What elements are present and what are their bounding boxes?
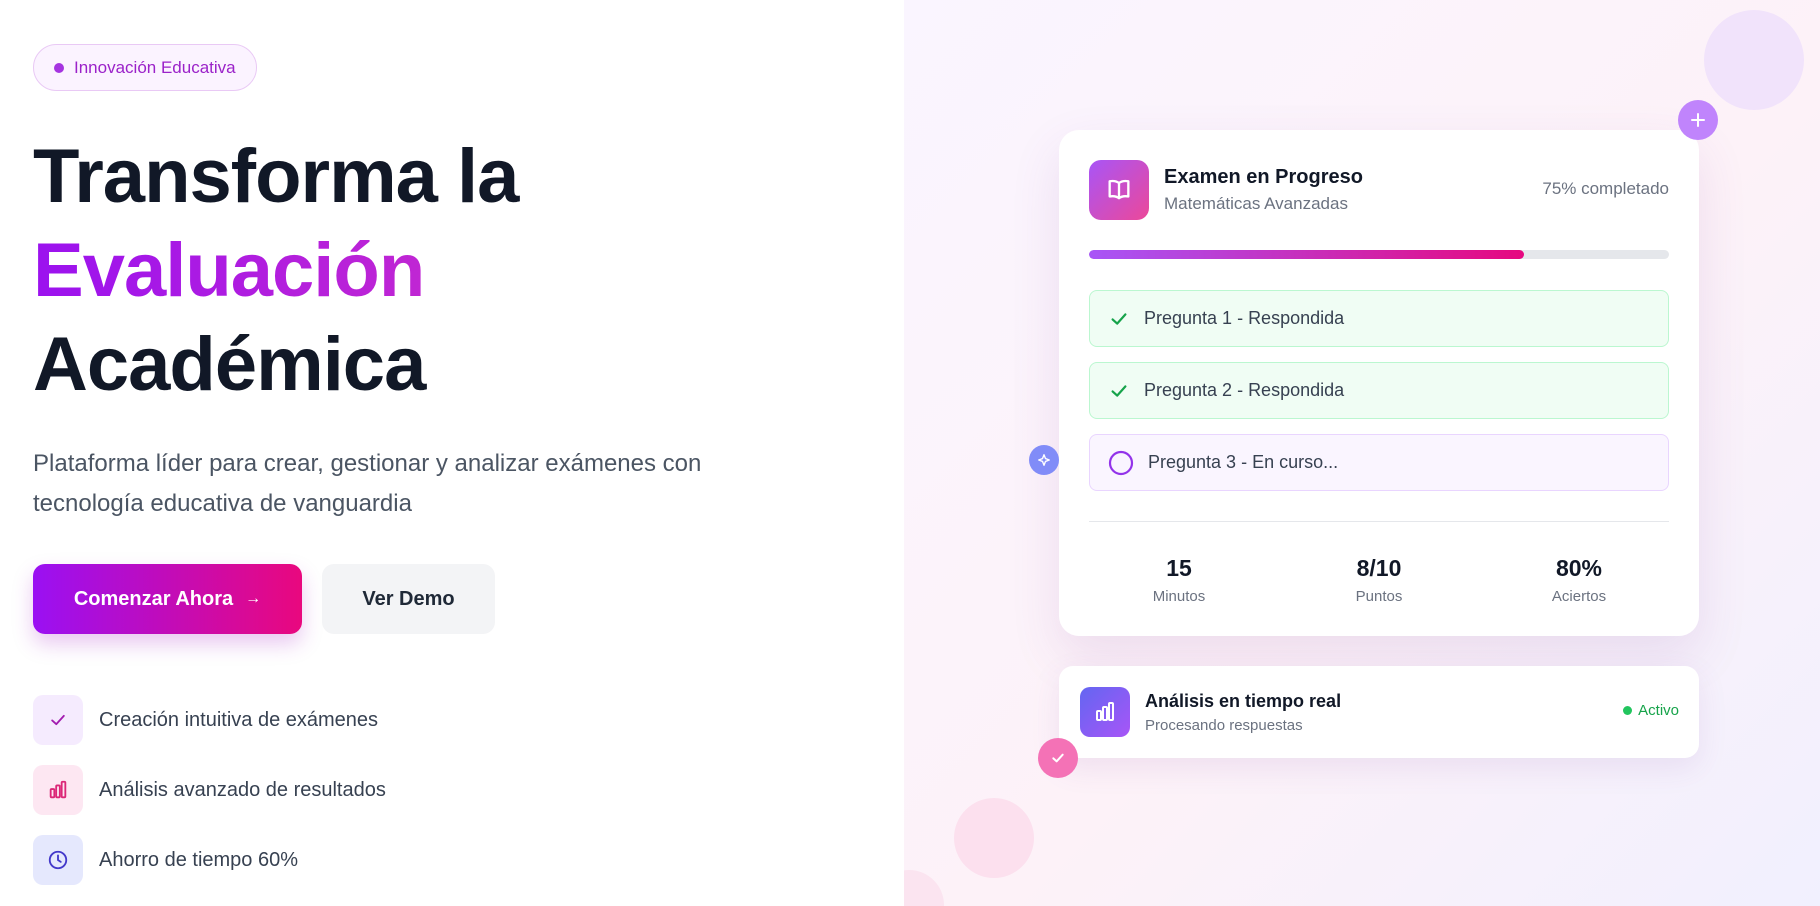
exam-progress-fill <box>1089 250 1524 259</box>
bar-chart-icon <box>33 765 83 815</box>
stat-label: Puntos <box>1355 588 1403 605</box>
stat-value: 15 <box>1166 555 1192 581</box>
stat-value: 8/10 <box>1356 555 1402 581</box>
check-icon <box>33 695 83 745</box>
view-demo-button[interactable]: Ver Demo <box>322 564 495 634</box>
analysis-title: Análisis en tiempo real <box>1145 691 1342 711</box>
feature-item: Creación intuitiva de exámenes <box>33 695 378 745</box>
realtime-analysis-card: Análisis en tiempo real Procesando respu… <box>1059 666 1699 758</box>
check-icon <box>1038 738 1078 778</box>
check-icon <box>1111 384 1127 397</box>
stat-label: Minutos <box>1152 588 1206 605</box>
stat-value: 80% <box>1555 555 1603 581</box>
sparkle-icon <box>1029 445 1059 475</box>
arrow-right-icon: → <box>245 590 262 607</box>
feature-label: Análisis avanzado de resultados <box>99 778 386 801</box>
status-badge: Activo <box>1623 702 1679 719</box>
exam-subject: Matemáticas Avanzadas <box>1164 194 1348 213</box>
badge-dot-icon <box>54 62 64 73</box>
exam-progress-card: Examen en Progreso Matemáticas Avanzadas… <box>1059 130 1699 636</box>
view-demo-label: Ver Demo <box>362 587 455 610</box>
book-icon <box>1089 160 1149 220</box>
feature-item: Ahorro de tiempo 60% <box>33 835 298 885</box>
decorative-circle <box>904 870 944 906</box>
stat-minutes: 15 Minutos <box>1089 555 1269 605</box>
question-label: Pregunta 2 - Respondida <box>1144 380 1345 400</box>
stat-label: Aciertos <box>1551 588 1607 605</box>
plus-icon <box>1678 100 1718 140</box>
clock-icon <box>33 835 83 885</box>
question-item[interactable]: Pregunta 3 - En curso... <box>1089 434 1669 491</box>
hero-headline: Transforma la Evaluación Académica <box>33 130 519 412</box>
hero-subtitle: Plataforma líder para crear, gestionar y… <box>33 450 702 517</box>
completion-text: 75% completado <box>1542 179 1669 198</box>
decorative-circle <box>1704 10 1804 110</box>
hero-left-panel: Innovación Educativa Transforma la Evalu… <box>0 0 904 906</box>
feature-item: Análisis avanzado de resultados <box>33 765 386 815</box>
check-icon <box>1111 312 1127 325</box>
headline-line-2: Evaluación <box>33 228 425 313</box>
question-item[interactable]: Pregunta 1 - Respondida <box>1089 290 1669 347</box>
card-divider <box>1089 521 1669 522</box>
bar-chart-icon <box>1080 687 1130 737</box>
status-label: Activo <box>1638 702 1679 719</box>
circle-icon <box>1108 450 1134 475</box>
stat-points: 8/10 Puntos <box>1289 555 1469 605</box>
analysis-subtitle: Procesando respuestas <box>1145 717 1303 734</box>
exam-progress-bar <box>1089 250 1669 259</box>
status-dot-icon <box>1623 706 1633 715</box>
question-item[interactable]: Pregunta 2 - Respondida <box>1089 362 1669 419</box>
feature-label: Ahorro de tiempo 60% <box>99 848 299 871</box>
decorative-circle <box>954 798 1034 878</box>
start-now-label: Comenzar Ahora <box>73 587 234 610</box>
innovation-badge: Innovación Educativa <box>33 44 257 91</box>
start-now-button[interactable]: Comenzar Ahora → <box>33 564 302 634</box>
headline-line-1: Transforma la <box>33 134 519 219</box>
question-label: Pregunta 1 - Respondida <box>1144 308 1345 328</box>
badge-label: Innovación Educativa <box>74 57 236 77</box>
stat-accuracy: 80% Aciertos <box>1489 555 1669 605</box>
question-label: Pregunta 3 - En curso... <box>1148 452 1339 472</box>
feature-label: Creación intuitiva de exámenes <box>99 708 379 731</box>
headline-line-3: Académica <box>33 322 426 407</box>
exam-title: Examen en Progreso <box>1164 166 1363 188</box>
